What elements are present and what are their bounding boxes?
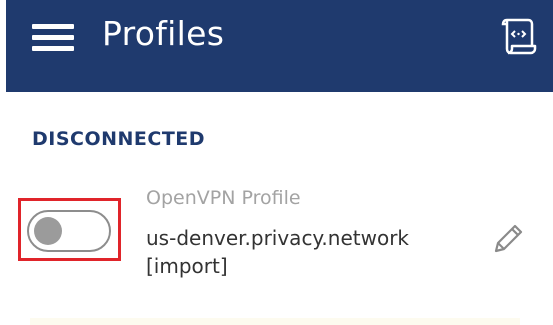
import-file-icon[interactable] (498, 16, 538, 56)
profile-list-item[interactable]: OpenVPN Profile us-denver.privacy.networ… (0, 180, 553, 290)
profile-connect-toggle[interactable] (27, 210, 111, 252)
page-title: Profiles (102, 14, 225, 53)
profile-type-label: OpenVPN Profile (146, 187, 301, 209)
app-header: Profiles (6, 0, 553, 92)
connection-status-label: DISCONNECTED (32, 128, 206, 150)
profile-name: us-denver.privacy.network [import] (146, 226, 409, 278)
profiles-screen: Profiles DISCONNECTED OpenVPN Profile us… (0, 0, 553, 325)
next-list-item-edge (30, 318, 520, 325)
toggle-knob (34, 217, 62, 245)
pencil-icon[interactable] (488, 218, 528, 258)
hamburger-menu-icon[interactable] (32, 20, 78, 54)
